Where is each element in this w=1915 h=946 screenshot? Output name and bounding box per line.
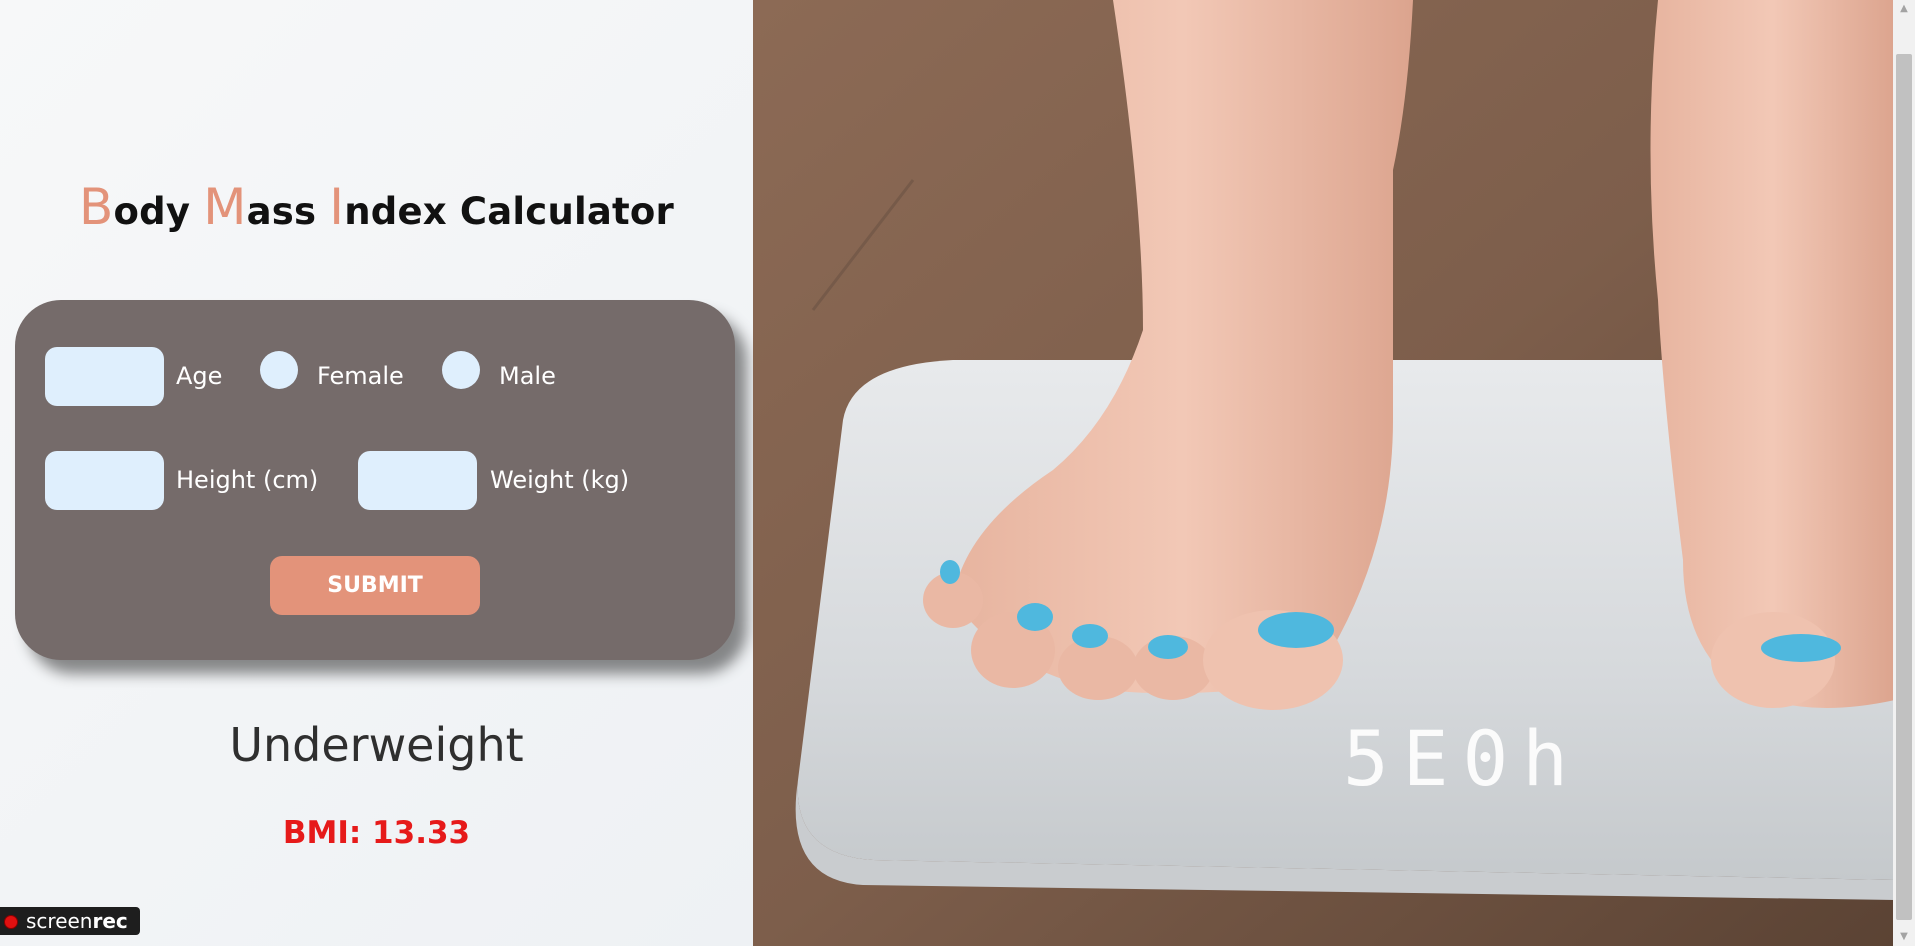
title-initial-b: B bbox=[79, 178, 114, 236]
title-word-mass: ass bbox=[246, 190, 330, 233]
title-word-index: ndex bbox=[344, 190, 460, 233]
male-label: Male bbox=[499, 362, 556, 390]
screenrec-brand-b: rec bbox=[92, 909, 128, 933]
submit-button[interactable]: SUBMIT bbox=[270, 556, 480, 615]
calculator-panel: Body Mass Index Calculator Age Female Ma… bbox=[0, 0, 753, 946]
weight-label: Weight (kg) bbox=[490, 466, 630, 494]
scale-display-text: 5E0h bbox=[1343, 714, 1582, 803]
bmi-form-card: Age Female Male Height (cm) Weight (kg) … bbox=[15, 300, 735, 660]
female-label: Female bbox=[317, 362, 404, 390]
title-word-calculator: Calculator bbox=[459, 190, 674, 233]
scroll-up-arrow-icon[interactable]: ▲ bbox=[1893, 0, 1915, 18]
record-icon bbox=[4, 915, 18, 929]
page-title: Body Mass Index Calculator bbox=[0, 178, 753, 236]
height-label: Height (cm) bbox=[176, 466, 319, 494]
title-initial-m: M bbox=[203, 178, 247, 236]
bmi-value: BMI: 13.33 bbox=[282, 815, 471, 851]
feet-on-scale-image: 5E0h bbox=[753, 0, 1895, 946]
page: Body Mass Index Calculator Age Female Ma… bbox=[0, 0, 1915, 946]
scale-photo: 5E0h bbox=[753, 0, 1895, 946]
age-label: Age bbox=[176, 362, 223, 390]
age-input[interactable] bbox=[45, 347, 164, 406]
weight-input[interactable] bbox=[358, 451, 477, 510]
scroll-down-arrow-icon[interactable]: ▼ bbox=[1893, 928, 1915, 946]
screenrec-brand-a: screen bbox=[26, 909, 93, 933]
bmi-category: Underweight bbox=[229, 718, 524, 772]
scrollbar-thumb[interactable] bbox=[1896, 54, 1912, 920]
vertical-scrollbar[interactable]: ▲ ▼ bbox=[1893, 0, 1915, 946]
female-radio[interactable] bbox=[260, 351, 298, 389]
screenrec-text: screenrec bbox=[26, 907, 128, 935]
height-input[interactable] bbox=[45, 451, 164, 510]
male-radio[interactable] bbox=[442, 351, 480, 389]
title-word-body: ody bbox=[113, 190, 204, 233]
screenrec-badge[interactable]: screenrec bbox=[0, 907, 140, 935]
title-initial-i: I bbox=[329, 178, 345, 236]
